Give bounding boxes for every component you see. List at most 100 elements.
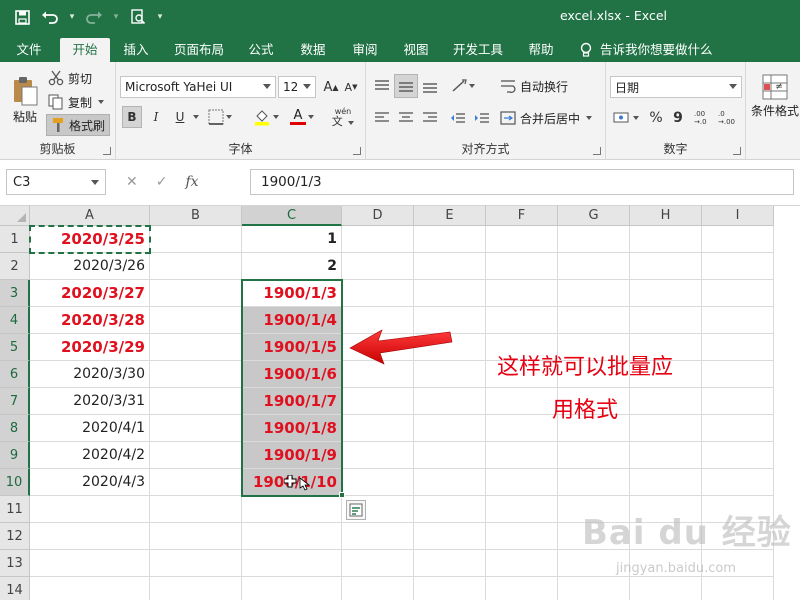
cell-c1[interactable]: 1 <box>242 226 342 253</box>
cell-a6[interactable]: 2020/3/30 <box>30 361 150 388</box>
fill-color-icon[interactable] <box>250 106 282 128</box>
tab-home[interactable]: 开始 <box>60 38 110 62</box>
cell-f13[interactable] <box>486 550 558 577</box>
save-icon[interactable] <box>10 6 34 28</box>
cell-b2[interactable] <box>150 253 242 280</box>
tab-developer[interactable]: 开发工具 <box>446 38 510 62</box>
column-header-c[interactable]: C <box>242 206 342 226</box>
row-header-6[interactable]: 6 <box>0 361 30 388</box>
column-header-e[interactable]: E <box>414 206 486 226</box>
tab-formulas[interactable]: 公式 <box>240 38 282 62</box>
cell-f10[interactable] <box>486 469 558 496</box>
cell-g2[interactable] <box>558 253 630 280</box>
cell-b9[interactable] <box>150 442 242 469</box>
cell-d13[interactable] <box>342 550 414 577</box>
column-header-b[interactable]: B <box>150 206 242 226</box>
cell-e11[interactable] <box>414 496 486 523</box>
cancel-icon[interactable]: ✕ <box>126 174 138 190</box>
cell-a10[interactable]: 2020/4/3 <box>30 469 150 496</box>
cell-f2[interactable] <box>486 253 558 280</box>
align-right-icon[interactable] <box>418 106 442 130</box>
row-header-7[interactable]: 7 <box>0 388 30 415</box>
increase-indent-icon[interactable] <box>470 106 494 130</box>
clipboard-launcher-icon[interactable] <box>103 147 111 155</box>
cell-e10[interactable] <box>414 469 486 496</box>
cell-b3[interactable] <box>150 280 242 307</box>
row-header-10[interactable]: 10 <box>0 469 30 496</box>
cell-c4[interactable]: 1900/1/4 <box>242 307 342 334</box>
cell-g3[interactable] <box>558 280 630 307</box>
tab-help[interactable]: 帮助 <box>520 38 562 62</box>
column-header-i[interactable]: I <box>702 206 774 226</box>
row-header-8[interactable]: 8 <box>0 415 30 442</box>
align-bottom-icon[interactable] <box>418 74 442 98</box>
cell-e2[interactable] <box>414 253 486 280</box>
cell-d8[interactable] <box>342 415 414 442</box>
align-top-icon[interactable] <box>370 74 394 98</box>
row-header-2[interactable]: 2 <box>0 253 30 280</box>
alignment-launcher-icon[interactable] <box>593 147 601 155</box>
fill-handle[interactable] <box>339 492 345 498</box>
row-header-3[interactable]: 3 <box>0 280 30 307</box>
cell-i6[interactable] <box>702 361 774 388</box>
cell-i3[interactable] <box>702 280 774 307</box>
redo-dropdown-icon[interactable]: ▾ <box>110 6 122 28</box>
cell-e3[interactable] <box>414 280 486 307</box>
cell-g4[interactable] <box>558 307 630 334</box>
formula-input[interactable]: 1900/1/3 <box>250 169 794 195</box>
decrease-decimal-button[interactable]: .0 →.00 <box>718 106 740 130</box>
cell-a14[interactable] <box>30 577 150 600</box>
cell-c12[interactable] <box>242 523 342 550</box>
cell-b13[interactable] <box>150 550 242 577</box>
name-box-dropdown-icon[interactable] <box>91 180 99 185</box>
align-left-icon[interactable] <box>370 106 394 130</box>
row-header-12[interactable]: 12 <box>0 523 30 550</box>
cell-c9[interactable]: 1900/1/9 <box>242 442 342 469</box>
tab-page-layout[interactable]: 页面布局 <box>168 38 230 62</box>
select-all-corner[interactable] <box>0 206 30 226</box>
row-header-14[interactable]: 14 <box>0 577 30 600</box>
cell-d9[interactable] <box>342 442 414 469</box>
cell-h9[interactable] <box>630 442 702 469</box>
enter-check-icon[interactable]: ✓ <box>156 174 168 190</box>
paste-button[interactable]: 粘贴 <box>8 70 42 130</box>
tab-view[interactable]: 视图 <box>396 38 436 62</box>
decrease-font-icon[interactable]: A ▼ <box>342 76 360 98</box>
cell-e1[interactable] <box>414 226 486 253</box>
cell-a13[interactable] <box>30 550 150 577</box>
quick-analysis-icon[interactable] <box>346 500 366 520</box>
tab-insert[interactable]: 插入 <box>116 38 156 62</box>
cell-c6[interactable]: 1900/1/6 <box>242 361 342 388</box>
font-launcher-icon[interactable] <box>353 147 361 155</box>
cell-b12[interactable] <box>150 523 242 550</box>
cell-b1[interactable] <box>150 226 242 253</box>
cell-d3[interactable] <box>342 280 414 307</box>
cell-d14[interactable] <box>342 577 414 600</box>
tab-file[interactable]: 文件 <box>6 38 52 62</box>
cell-f11[interactable] <box>486 496 558 523</box>
cell-b4[interactable] <box>150 307 242 334</box>
wrap-text-button[interactable]: 自动换行 <box>500 76 568 96</box>
cell-d2[interactable] <box>342 253 414 280</box>
undo-icon[interactable] <box>38 6 62 28</box>
increase-decimal-button[interactable]: .00 →.0 <box>694 106 716 130</box>
cell-b8[interactable] <box>150 415 242 442</box>
font-color-icon[interactable]: A <box>286 106 318 128</box>
cell-c8[interactable]: 1900/1/8 <box>242 415 342 442</box>
font-name-dropdown-icon[interactable] <box>263 84 271 89</box>
cell-b14[interactable] <box>150 577 242 600</box>
number-format-combo[interactable]: 日期 <box>610 76 742 98</box>
align-middle-icon[interactable] <box>394 74 418 98</box>
cell-g1[interactable] <box>558 226 630 253</box>
accounting-format-icon[interactable] <box>610 106 642 130</box>
cell-a7[interactable]: 2020/3/31 <box>30 388 150 415</box>
cell-h1[interactable] <box>630 226 702 253</box>
undo-dropdown-icon[interactable]: ▾ <box>66 6 78 28</box>
cell-c5[interactable]: 1900/1/5 <box>242 334 342 361</box>
row-header-1[interactable]: 1 <box>0 226 30 253</box>
underline-dropdown-icon[interactable] <box>190 106 200 128</box>
font-name-combo[interactable]: Microsoft YaHei UI <box>120 76 276 98</box>
print-preview-icon[interactable] <box>126 6 150 28</box>
cell-a3[interactable]: 2020/3/27 <box>30 280 150 307</box>
cell-i10[interactable] <box>702 469 774 496</box>
